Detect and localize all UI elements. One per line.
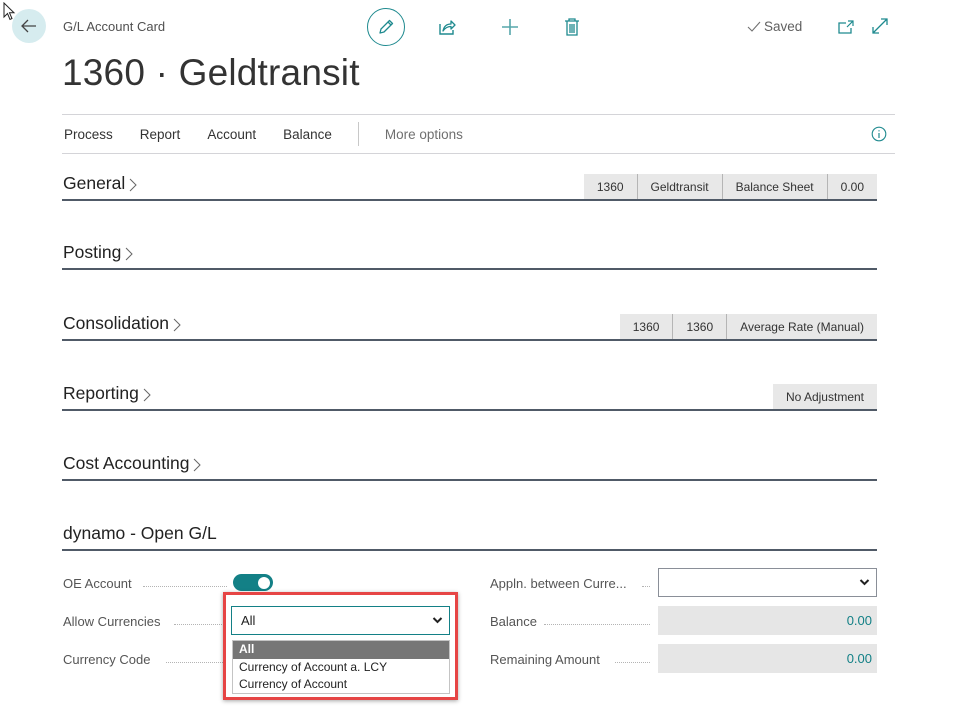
remaining-amount-field: 0.00: [658, 644, 877, 673]
more-options-button[interactable]: More options: [385, 127, 463, 142]
field-leader-dots: [544, 624, 650, 625]
field-leader-dots: [143, 586, 227, 587]
pencil-icon: [379, 19, 394, 34]
share-button[interactable]: [436, 16, 458, 38]
saved-status-label: Saved: [764, 19, 803, 34]
menu-account[interactable]: Account: [207, 127, 256, 142]
menu-divider: [357, 122, 359, 146]
field-leader-dots: [174, 624, 224, 625]
chevron-right-icon: [126, 247, 134, 260]
menu-process[interactable]: Process: [64, 127, 113, 142]
chevron-down-icon: [859, 579, 870, 586]
chevron-right-icon: [194, 458, 202, 471]
dropdown-option[interactable]: Currency of Account: [233, 676, 449, 694]
remaining-amount-value[interactable]: 0.00: [847, 651, 872, 666]
section-general-summary: 1360 Geldtransit Balance Sheet 0.00: [583, 174, 877, 199]
delete-button[interactable]: [561, 16, 583, 38]
appln-between-currencies-select[interactable]: [658, 568, 877, 597]
open-in-new-window-icon: [838, 20, 854, 34]
section-cost-accounting-header[interactable]: Cost Accounting: [63, 453, 202, 474]
arrow-left-icon: [21, 19, 36, 33]
allow-currencies-value: All: [241, 613, 256, 628]
trash-icon: [565, 18, 579, 36]
section-dynamo-open-gl: dynamo - Open G/L: [62, 521, 877, 551]
menu-report[interactable]: Report: [140, 127, 181, 142]
back-button[interactable]: [12, 9, 46, 43]
section-general: General 1360 Geldtransit Balance Sheet 0…: [62, 171, 877, 201]
section-dynamo-header[interactable]: dynamo - Open G/L: [63, 523, 217, 544]
summary-value: Geldtransit: [636, 174, 722, 199]
section-posting-header[interactable]: Posting: [63, 242, 134, 263]
section-title: Cost Accounting: [63, 453, 190, 473]
section-consolidation-summary: 1360 1360 Average Rate (Manual): [619, 314, 877, 339]
section-title: General: [63, 173, 126, 193]
balance-value[interactable]: 0.00: [847, 613, 872, 628]
menu-balance[interactable]: Balance: [283, 127, 332, 142]
section-cost-accounting: Cost Accounting: [62, 451, 877, 481]
edit-button[interactable]: [367, 8, 405, 46]
new-button[interactable]: [499, 16, 521, 38]
section-title: dynamo - Open G/L: [63, 523, 217, 543]
allow-currencies-label: Allow Currencies: [63, 614, 161, 629]
field-leader-dots: [166, 662, 223, 663]
checkmark-icon: [747, 21, 761, 32]
section-title: Posting: [63, 242, 122, 262]
section-title: Reporting: [63, 383, 139, 403]
balance-label: Balance: [490, 614, 537, 629]
section-consolidation: Consolidation 1360 1360 Average Rate (Ma…: [62, 311, 877, 341]
oe-account-toggle[interactable]: [233, 574, 273, 591]
chevron-right-icon: [129, 178, 137, 191]
section-general-header[interactable]: General: [63, 173, 138, 194]
dropdown-option[interactable]: Currency of Account a. LCY: [233, 659, 449, 677]
section-consolidation-header[interactable]: Consolidation: [63, 313, 182, 334]
allow-currencies-dropdown-list: All Currency of Account a. LCY Currency …: [232, 640, 450, 694]
section-reporting-header[interactable]: Reporting: [63, 383, 152, 404]
summary-value: Average Rate (Manual): [726, 314, 877, 339]
balance-field: 0.00: [658, 606, 877, 635]
field-leader-dots: [642, 586, 650, 587]
share-icon: [439, 20, 456, 35]
appln-between-currencies-label: Appln. between Curre...: [490, 576, 627, 591]
open-in-new-window-button[interactable]: [836, 17, 856, 37]
chevron-right-icon: [143, 388, 151, 401]
section-title: Consolidation: [63, 313, 170, 333]
dropdown-option[interactable]: All: [233, 641, 449, 659]
section-reporting: Reporting No Adjustment: [62, 381, 877, 411]
remaining-amount-label: Remaining Amount: [490, 652, 600, 667]
mouse-cursor-icon: [3, 2, 16, 21]
allow-currencies-select[interactable]: All: [231, 606, 450, 635]
page-caption: G/L Account Card: [63, 19, 166, 34]
summary-value: No Adjustment: [772, 384, 877, 409]
chevron-down-icon: [432, 617, 443, 624]
page-title: 1360 · Geldtransit: [62, 52, 360, 93]
oe-account-label: OE Account: [63, 576, 132, 591]
expand-icon: [872, 18, 888, 34]
summary-value: 1360: [583, 174, 637, 199]
chevron-right-icon: [173, 318, 181, 331]
section-reporting-summary: No Adjustment: [772, 384, 877, 409]
section-posting: Posting: [62, 240, 877, 270]
action-bar: Process Report Account Balance More opti…: [62, 114, 895, 154]
summary-value: 0.00: [826, 174, 877, 199]
plus-icon: [502, 19, 518, 35]
summary-value: 1360: [619, 314, 673, 339]
currency-code-label: Currency Code: [63, 652, 151, 667]
field-leader-dots: [615, 662, 650, 663]
summary-value: Balance Sheet: [721, 174, 827, 199]
saved-status: Saved: [747, 19, 802, 34]
expand-button[interactable]: [870, 16, 890, 36]
summary-value: 1360: [672, 314, 727, 339]
info-icon[interactable]: [871, 126, 887, 142]
toggle-knob: [258, 576, 270, 589]
